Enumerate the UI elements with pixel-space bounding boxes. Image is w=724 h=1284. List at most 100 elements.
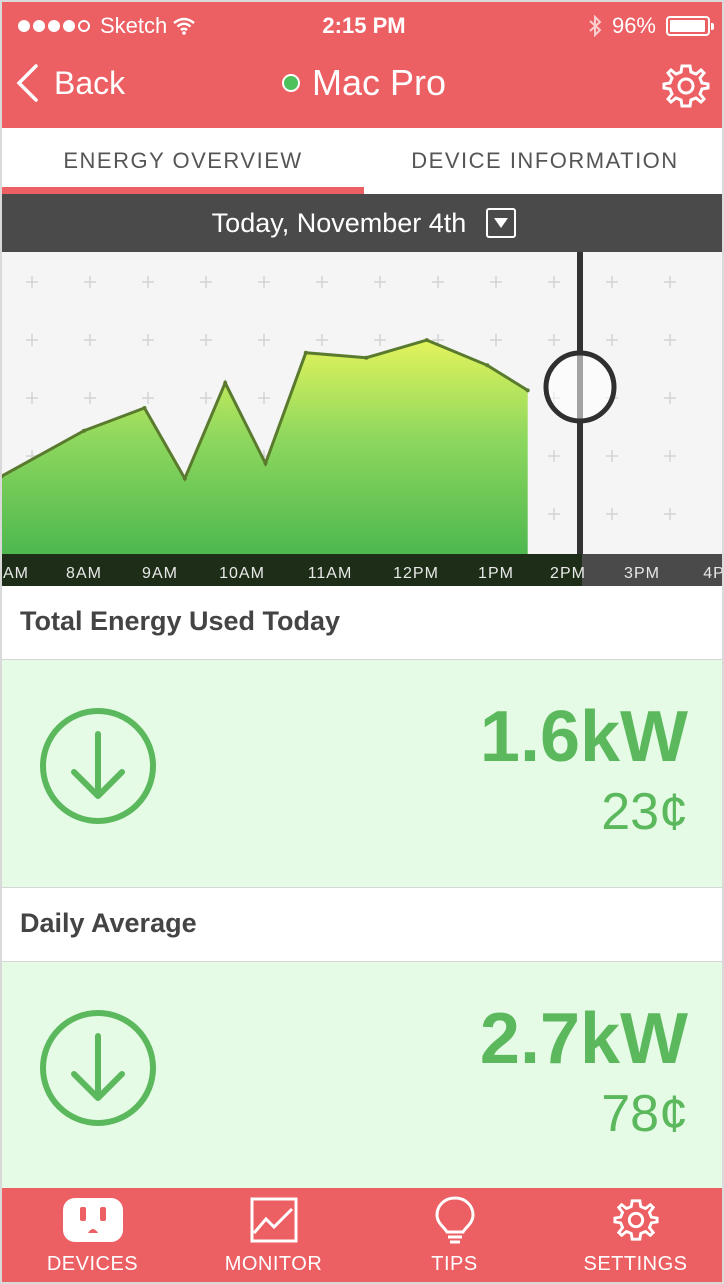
grid-mark: [606, 508, 618, 520]
grid-mark: [664, 392, 676, 404]
tabbar-label-settings: SETTINGS: [583, 1253, 688, 1275]
grid-mark: [664, 450, 676, 462]
data-point: [263, 461, 268, 466]
grid-mark: [548, 334, 560, 346]
data-point: [82, 428, 86, 433]
x-tick-label: 11AM: [308, 565, 353, 582]
x-tick-label: 2PM: [550, 565, 586, 582]
grid-mark: [142, 276, 154, 288]
x-tick-label: AM: [3, 565, 29, 582]
battery-percent: 96%: [611, 13, 656, 38]
grid-mark: [606, 450, 618, 462]
lightbulb-icon: [434, 1196, 475, 1244]
tabbar-item-settings[interactable]: SETTINGS: [545, 1188, 722, 1282]
gear-icon: [662, 64, 710, 108]
battery-icon: [666, 16, 714, 36]
total-kw-value: 1.6kW: [479, 697, 688, 777]
grid-mark: [606, 334, 618, 346]
x-tick-label: 4P: [703, 565, 724, 582]
outlet-icon: [62, 1198, 123, 1242]
grid-mark: [664, 508, 676, 520]
dropdown-button[interactable]: [486, 208, 517, 238]
data-point: [424, 338, 429, 343]
header: Sketch 2:15 PM 96% Back Mac Pro: [2, 2, 722, 128]
grid-mark: [26, 392, 38, 404]
tab-device-information[interactable]: DEVICE INFORMATION: [364, 128, 722, 194]
tab-energy-overview[interactable]: ENERGY OVERVIEW: [2, 128, 364, 194]
grid-mark: [258, 392, 270, 404]
grid-mark: [142, 334, 154, 346]
data-point: [303, 350, 308, 355]
grid-mark: [548, 450, 560, 462]
segment-tabs: ENERGY OVERVIEW DEVICE INFORMATION: [2, 128, 722, 194]
grid-mark: [664, 276, 676, 288]
grid-mark: [432, 276, 444, 288]
grid-mark: [200, 276, 212, 288]
grid-mark: [316, 276, 328, 288]
section-label-average: Daily Average: [2, 888, 722, 962]
average-cost-value: 78¢: [601, 1085, 688, 1143]
grid-mark: [374, 276, 386, 288]
energy-chart[interactable]: AM 8AM 9AM 10AM 11AM 12PM 1PM 2PM 3PM 4P: [2, 252, 724, 586]
grid-mark: [490, 276, 502, 288]
data-point: [182, 476, 187, 481]
x-tick-label: 12PM: [393, 565, 439, 582]
date-label: Today, November 4th: [211, 207, 467, 238]
total-cost-value: 23¢: [601, 783, 688, 841]
caret-down-icon: [494, 218, 509, 228]
section-label-total: Total Energy Used Today: [2, 586, 722, 660]
grid-mark: [142, 392, 154, 404]
grid-mark: [548, 508, 560, 520]
grid-mark: [84, 276, 96, 288]
average-kw-value: 2.7kW: [479, 999, 688, 1079]
data-point: [364, 355, 369, 360]
tabbar-label-devices: DEVICES: [46, 1253, 139, 1275]
tabbar-item-monitor[interactable]: MONITOR: [183, 1188, 364, 1282]
gear-icon: [612, 1199, 659, 1241]
daily-average-panel: 2.7kW 78¢: [2, 962, 722, 1190]
tabbar-label-tips: TIPS: [431, 1253, 478, 1275]
x-tick-label: 8AM: [66, 565, 102, 582]
device-name: Mac Pro: [311, 62, 447, 103]
data-point: [525, 388, 530, 393]
scrubber-handle[interactable]: [543, 350, 617, 424]
online-status-icon: [281, 74, 300, 92]
bottom-tab-bar: DEVICES MONITOR TIPS SETTINGS: [2, 1188, 722, 1282]
x-tick-label: 9AM: [142, 565, 178, 582]
grid-mark: [606, 276, 618, 288]
grid-mark: [26, 276, 38, 288]
date-selector[interactable]: Today, November 4th: [2, 194, 722, 252]
grid-mark: [374, 334, 386, 346]
grid-mark: [84, 392, 96, 404]
tabbar-item-tips[interactable]: TIPS: [364, 1188, 545, 1282]
grid-mark: [490, 334, 502, 346]
data-point: [142, 406, 147, 410]
total-energy-panel: 1.6kW 23¢: [2, 660, 722, 888]
chart-icon: [250, 1197, 297, 1243]
data-point: [485, 363, 490, 368]
status-bar: Sketch 2:15 PM 96%: [2, 2, 722, 48]
settings-gear-button[interactable]: [662, 62, 710, 115]
grid-mark: [200, 334, 212, 346]
grid-mark: [664, 334, 676, 346]
grid-mark: [26, 334, 38, 346]
tabbar-label-monitor: MONITOR: [224, 1253, 323, 1275]
arrow-down-circle-icon: [40, 1010, 156, 1126]
grid-mark: [258, 276, 270, 288]
grid-mark: [548, 276, 560, 288]
app-frame: Sketch 2:15 PM 96% Back Mac Pro ENERGY O…: [0, 0, 724, 1284]
grid-mark: [84, 334, 96, 346]
x-tick-label: 10AM: [219, 565, 265, 582]
energy-area: [2, 340, 528, 554]
x-tick-label: 1PM: [478, 565, 514, 582]
grid-mark: [200, 392, 212, 404]
bluetooth-icon: [589, 15, 602, 37]
status-right: 96%: [588, 13, 714, 39]
data-point: [223, 380, 228, 385]
tabbar-item-devices[interactable]: DEVICES: [2, 1188, 183, 1282]
grid-mark: [316, 334, 328, 346]
page-title: Mac Pro: [2, 62, 722, 104]
grid-mark: [258, 334, 270, 346]
x-tick-label: 3PM: [624, 565, 660, 582]
arrow-down-circle-icon: [40, 708, 156, 824]
